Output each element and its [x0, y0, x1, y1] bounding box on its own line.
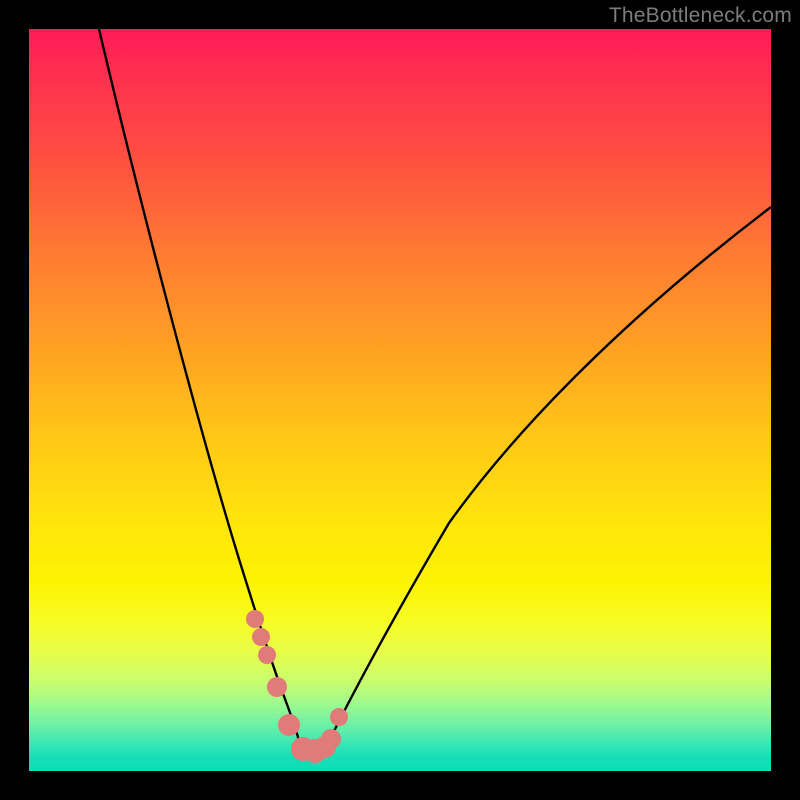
dot	[252, 628, 270, 646]
dot	[330, 708, 348, 726]
dot	[278, 714, 300, 736]
dot	[246, 610, 264, 628]
plot-area	[29, 29, 771, 771]
dot	[267, 677, 287, 697]
dot-cluster	[246, 610, 348, 763]
dot	[258, 646, 276, 664]
chart-svg	[29, 29, 771, 771]
watermark-text: TheBottleneck.com	[609, 4, 792, 28]
curve-right-branch	[329, 207, 771, 741]
chart-frame: TheBottleneck.com	[0, 0, 800, 800]
dot	[321, 729, 341, 749]
